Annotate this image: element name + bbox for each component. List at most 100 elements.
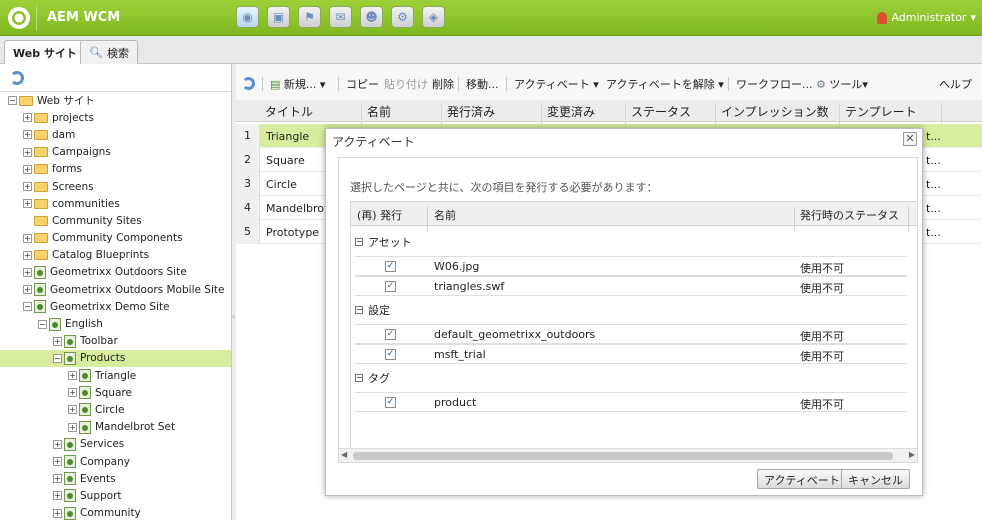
websites-icon[interactable]: ◉ bbox=[236, 6, 259, 28]
copy-button[interactable]: コピー bbox=[346, 76, 379, 92]
scroll-left-icon[interactable]: ◀ bbox=[341, 450, 347, 459]
expand-icon[interactable]: + bbox=[23, 199, 32, 209]
tree-node[interactable]: + projects bbox=[0, 109, 231, 126]
tab-websites[interactable]: Web サイト bbox=[4, 40, 86, 65]
col-impressions[interactable]: インプレッション数 bbox=[716, 103, 840, 125]
col-ref-name[interactable]: 名前 bbox=[434, 207, 456, 223]
tree-node[interactable]: + Community Components bbox=[0, 230, 231, 247]
tree-node[interactable]: + Square bbox=[0, 384, 231, 401]
tree-node[interactable]: − Web サイト bbox=[0, 92, 231, 109]
expand-icon[interactable]: + bbox=[53, 491, 62, 501]
campaigns-icon[interactable]: ⚑ bbox=[298, 6, 321, 28]
tree-node[interactable]: + communities bbox=[0, 195, 231, 212]
collapse-icon[interactable]: − bbox=[355, 306, 363, 314]
col-name[interactable]: 名前 bbox=[362, 103, 442, 125]
collapse-icon[interactable]: − bbox=[355, 238, 363, 246]
expand-icon[interactable]: + bbox=[68, 422, 77, 432]
tree-node[interactable]: + Geometrixx Outdoors Site bbox=[0, 264, 231, 281]
activate-button[interactable]: アクティベート ▾ bbox=[514, 76, 599, 92]
group-header[interactable]: − 設定 bbox=[355, 302, 390, 318]
refresh-icon[interactable] bbox=[10, 71, 24, 85]
collapse-icon[interactable]: − bbox=[355, 374, 363, 382]
expand-icon[interactable]: + bbox=[23, 182, 32, 192]
tree-node[interactable]: + Circle bbox=[0, 401, 231, 418]
expand-icon[interactable]: + bbox=[23, 113, 32, 123]
republish-checkbox[interactable]: ✓ bbox=[385, 397, 396, 408]
col-status[interactable]: ステータス bbox=[626, 103, 716, 125]
tree-node[interactable]: − Products bbox=[0, 349, 231, 367]
refresh-icon[interactable] bbox=[242, 77, 255, 90]
tree-node[interactable]: + Company bbox=[0, 453, 231, 470]
expand-icon[interactable]: + bbox=[23, 130, 32, 140]
expand-icon[interactable]: + bbox=[23, 285, 32, 295]
cancel-button[interactable]: キャンセル bbox=[841, 469, 910, 489]
delete-button[interactable]: 削除 bbox=[432, 76, 454, 92]
collapse-icon[interactable]: − bbox=[8, 96, 17, 106]
tagging-icon[interactable]: ◈ bbox=[422, 6, 445, 28]
collapse-icon[interactable]: − bbox=[23, 302, 32, 312]
tree-node[interactable]: + dam bbox=[0, 126, 231, 143]
tools-icon[interactable]: ⚙ bbox=[391, 6, 414, 28]
col-republish[interactable]: (再) 発行 bbox=[357, 207, 402, 223]
new-button[interactable]: ▤ 新規... ▾ bbox=[270, 76, 325, 92]
tree-node[interactable]: + Campaigns bbox=[0, 144, 231, 161]
tools-button[interactable]: ⚙ ツール▾ bbox=[816, 76, 868, 92]
tree-node[interactable]: + Community bbox=[0, 505, 231, 520]
tree-node[interactable]: + Triangle bbox=[0, 367, 231, 384]
expand-icon[interactable]: + bbox=[68, 388, 77, 398]
group-header[interactable]: − タグ bbox=[355, 370, 390, 386]
expand-icon[interactable]: + bbox=[53, 336, 62, 346]
expand-icon[interactable]: + bbox=[23, 164, 32, 174]
republish-checkbox[interactable]: ✓ bbox=[385, 261, 396, 272]
paste-button[interactable]: 貼り付け bbox=[384, 76, 428, 92]
reference-row[interactable]: ✓ msft_trial 使用不可 bbox=[355, 344, 907, 364]
reference-row[interactable]: ✓ product 使用不可 bbox=[355, 392, 907, 412]
collapse-icon[interactable]: − bbox=[53, 353, 62, 363]
tree-node[interactable]: + Catalog Blueprints bbox=[0, 247, 231, 264]
expand-icon[interactable]: + bbox=[53, 474, 62, 484]
expand-icon[interactable]: + bbox=[23, 267, 32, 277]
expand-icon[interactable]: + bbox=[23, 233, 32, 243]
scroll-right-icon[interactable]: ▶ bbox=[909, 450, 915, 459]
reference-row[interactable]: ✓ default_geometrixx_outdoors 使用不可 bbox=[355, 324, 907, 344]
expand-icon[interactable]: + bbox=[53, 439, 62, 449]
group-header[interactable]: − アセット bbox=[355, 234, 412, 250]
col-ref-status[interactable]: 発行時のステータス bbox=[800, 207, 899, 223]
tree-node[interactable]: + Geometrixx Outdoors Mobile Site bbox=[0, 281, 231, 298]
scroll-thumb[interactable] bbox=[353, 452, 893, 460]
assets-icon[interactable]: ▣ bbox=[267, 6, 290, 28]
workflow-button[interactable]: ワークフロー... bbox=[736, 76, 813, 92]
activate-confirm-button[interactable]: アクティベート bbox=[757, 469, 847, 489]
tree-node[interactable]: + Mandelbrot Set bbox=[0, 419, 231, 436]
horizontal-scrollbar[interactable]: ◀ ▶ bbox=[339, 448, 917, 462]
inbox-icon[interactable]: ✉ bbox=[329, 6, 352, 28]
help-button[interactable]: ヘルプ bbox=[939, 76, 972, 92]
expand-icon[interactable]: + bbox=[23, 250, 32, 260]
user-menu[interactable]: Administrator ▾ bbox=[877, 11, 976, 24]
republish-checkbox[interactable]: ✓ bbox=[385, 329, 396, 340]
col-published[interactable]: 発行済み bbox=[442, 103, 542, 125]
expand-icon[interactable]: + bbox=[68, 371, 77, 381]
col-modified[interactable]: 変更済み bbox=[542, 103, 626, 125]
tree-node[interactable]: Community Sites bbox=[0, 212, 231, 229]
expand-icon[interactable]: + bbox=[53, 508, 62, 518]
tree-node[interactable]: + Screens bbox=[0, 178, 231, 195]
tree-node[interactable]: + forms bbox=[0, 161, 231, 178]
expand-icon[interactable]: + bbox=[68, 405, 77, 415]
col-template[interactable]: テンプレート bbox=[840, 103, 942, 125]
tree-node[interactable]: + Events bbox=[0, 470, 231, 487]
reference-row[interactable]: ✓ W06.jpg 使用不可 bbox=[355, 256, 907, 276]
close-icon[interactable]: ✕ bbox=[903, 132, 917, 146]
tree-node[interactable]: − Geometrixx Demo Site bbox=[0, 298, 231, 315]
tree-node[interactable]: + Services bbox=[0, 436, 231, 453]
tree-node[interactable]: + Support bbox=[0, 487, 231, 504]
aem-logo-icon[interactable] bbox=[8, 7, 30, 29]
collapse-icon[interactable]: − bbox=[38, 319, 47, 329]
tree-node[interactable]: − English bbox=[0, 315, 231, 332]
republish-checkbox[interactable]: ✓ bbox=[385, 281, 396, 292]
users-icon[interactable]: ☻ bbox=[360, 6, 383, 28]
col-title[interactable]: タイトル bbox=[260, 103, 362, 125]
reference-row[interactable]: ✓ triangles.swf 使用不可 bbox=[355, 276, 907, 296]
tree-node[interactable]: + Toolbar bbox=[0, 333, 231, 350]
tab-search[interactable]: 🔍︎ 検索 bbox=[80, 40, 138, 64]
